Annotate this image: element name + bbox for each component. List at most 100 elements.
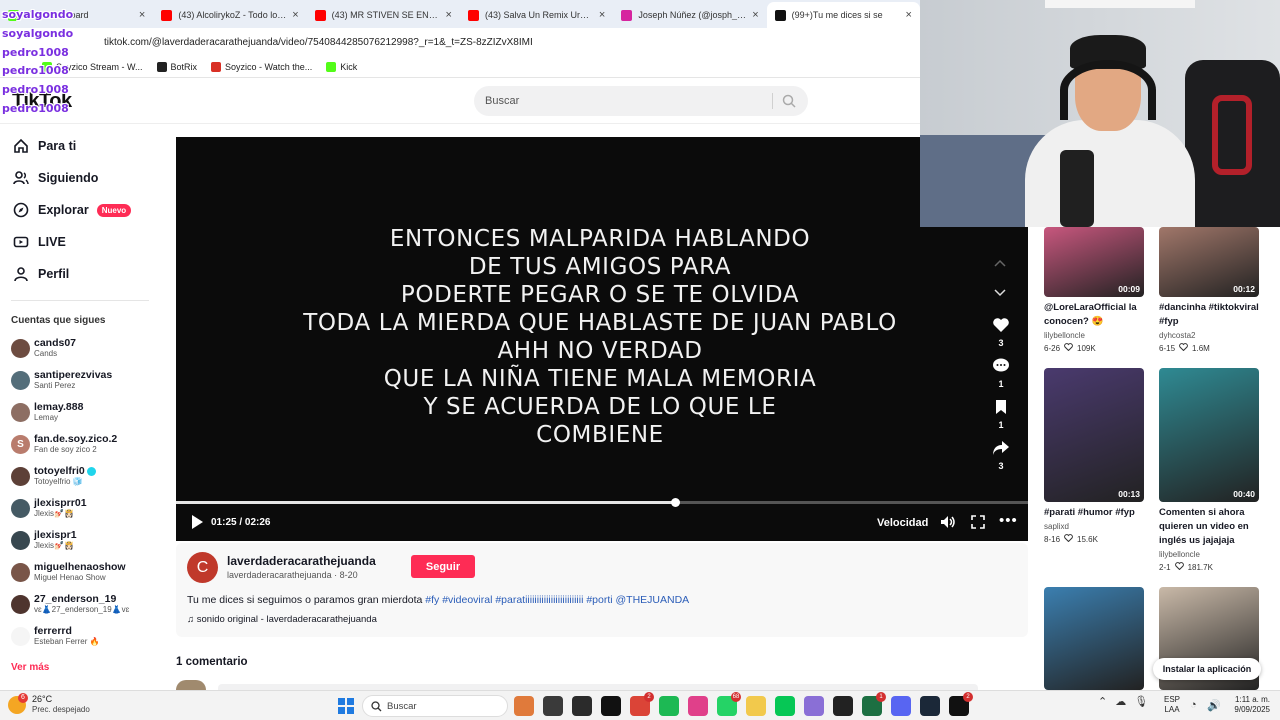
cloud-icon[interactable]: ☁ bbox=[1115, 695, 1126, 708]
tiktok-app-icon[interactable] bbox=[601, 696, 621, 716]
play-icon[interactable] bbox=[190, 514, 204, 535]
line-icon[interactable] bbox=[775, 696, 795, 716]
sidebar-item-live[interactable]: LIVE bbox=[0, 226, 160, 258]
like-icon[interactable] bbox=[991, 317, 1011, 338]
capcut-icon[interactable] bbox=[833, 696, 853, 716]
author-name[interactable]: laverdaderacarathejuanda bbox=[227, 554, 376, 568]
tiktok-live-icon[interactable]: 2 bbox=[949, 692, 973, 716]
windows-start-icon[interactable] bbox=[338, 698, 354, 714]
video-thumbnail[interactable] bbox=[1044, 587, 1144, 690]
video-thumbnail[interactable]: 00:12 bbox=[1159, 227, 1259, 297]
following-account[interactable]: 27_enderson_19 vɛ👗27_enderson_19👗vɛ bbox=[0, 588, 160, 620]
speed-button[interactable]: Velocidad bbox=[877, 517, 928, 529]
sound-link[interactable]: ♫ sonido original - laverdaderacaratheju… bbox=[187, 614, 377, 625]
sound-label[interactable]: sonido original - laverdaderacarathejuan… bbox=[197, 614, 377, 625]
related-video-title[interactable]: @LoreLaraOfficial la conocen? 😍 bbox=[1044, 301, 1144, 329]
discord-icon[interactable] bbox=[891, 696, 911, 716]
fullscreen-icon[interactable] bbox=[971, 515, 985, 534]
related-video-user[interactable]: lilybelloncle bbox=[1159, 550, 1259, 559]
following-account[interactable]: Sfan.de.soy.zico.2 Fan de soy zico 2 bbox=[0, 428, 160, 460]
sidebar-item-siguiendo[interactable]: Siguiendo bbox=[0, 162, 160, 194]
excel-icon[interactable]: 1 bbox=[862, 692, 886, 716]
browser-tab[interactable]: (43) Salva Un Remix Urbano | g × bbox=[460, 2, 613, 28]
following-account[interactable]: lemay.888 Lemay bbox=[0, 396, 160, 428]
sidebar-item-explorar[interactable]: Explorar Nuevo bbox=[0, 194, 160, 226]
related-video-user[interactable]: lilybelloncle bbox=[1044, 331, 1144, 340]
share-icon[interactable] bbox=[991, 440, 1011, 461]
url-text[interactable]: tiktok.com/@laverdaderacarathejuanda/vid… bbox=[104, 37, 533, 48]
progress-knob[interactable] bbox=[671, 498, 680, 507]
related-video-card[interactable]: 00:13 #parati #humor #fyp saplixd 8-16 15.6K bbox=[1044, 368, 1144, 544]
following-account[interactable]: totoyelfri0 Totoyelfrio 🧊 bbox=[0, 460, 160, 492]
search-icon[interactable] bbox=[782, 94, 796, 111]
author-avatar[interactable]: C bbox=[187, 552, 218, 583]
spotify-icon[interactable] bbox=[659, 696, 679, 716]
address-bar[interactable]: tiktok.com/@laverdaderacarathejuanda/vid… bbox=[0, 28, 920, 56]
related-video-card[interactable] bbox=[1044, 587, 1144, 690]
clock[interactable]: 1:11 a. m. 9/09/2025 bbox=[1222, 695, 1270, 715]
more-options-icon[interactable]: ••• bbox=[999, 513, 1018, 528]
related-video-title[interactable]: Comenten si ahora quieren un video en in… bbox=[1159, 506, 1259, 548]
prev-video-icon[interactable] bbox=[994, 254, 1006, 272]
whatsapp-icon[interactable]: 68 bbox=[717, 692, 741, 716]
close-icon[interactable]: × bbox=[139, 9, 145, 21]
close-icon[interactable]: × bbox=[292, 9, 298, 21]
following-account[interactable]: santiperezvivas Santi Perez bbox=[0, 364, 160, 396]
sidebar-item-para-ti[interactable]: Para ti bbox=[0, 130, 160, 162]
bookmark-item[interactable]: Soyzico - Watch the... bbox=[211, 61, 312, 72]
following-account[interactable]: ferrerrd Esteban Ferrer 🔥 bbox=[0, 620, 160, 652]
related-video-user[interactable]: saplixd bbox=[1044, 522, 1144, 531]
close-icon[interactable]: × bbox=[446, 9, 452, 21]
obs-icon[interactable] bbox=[572, 696, 592, 716]
network-icon[interactable]: ◔ bbox=[1190, 699, 1197, 711]
chrome-icon[interactable]: 2 bbox=[630, 692, 654, 716]
related-video-card[interactable]: 00:09 @LoreLaraOfficial la conocen? 😍 lily… bbox=[1044, 227, 1144, 353]
bookmark-icon[interactable] bbox=[991, 399, 1011, 420]
fish-app-icon[interactable] bbox=[514, 696, 534, 716]
related-video-title[interactable]: #parati #humor #fyp bbox=[1044, 506, 1144, 520]
related-video-card[interactable]: 00:12 #dancinha #tiktokviral #fyp dyhcosta… bbox=[1159, 227, 1259, 353]
video-player[interactable]: ENTONCES MALPARIDA HABLANDO DE TUS AMIGOS… bbox=[176, 137, 1028, 541]
bookmark-item[interactable]: BotRix bbox=[156, 61, 197, 72]
browser-tab[interactable]: Joseph Núñez (@josph_032) • I × bbox=[613, 2, 766, 28]
taskbar-search[interactable]: Buscar bbox=[362, 695, 508, 717]
next-video-icon[interactable] bbox=[994, 284, 1006, 302]
language-indicator[interactable]: ESP LAA bbox=[1164, 695, 1180, 715]
steam-icon[interactable] bbox=[920, 696, 940, 716]
volume-tray-icon[interactable]: 🔊 bbox=[1207, 699, 1221, 712]
comment-icon[interactable] bbox=[991, 358, 1011, 379]
see-more-link[interactable]: Ver más bbox=[11, 662, 160, 673]
browser-tab[interactable]: (43) MR STIVEN SE ENCUENTRA × bbox=[307, 2, 460, 28]
video-thumbnail[interactable]: 00:13 bbox=[1044, 368, 1144, 502]
follow-button[interactable]: Seguir bbox=[411, 555, 475, 578]
close-icon[interactable]: × bbox=[906, 9, 912, 21]
search-input[interactable]: Buscar bbox=[474, 86, 808, 116]
following-account[interactable]: miguelhenaoshow Miguel Henao Show bbox=[0, 556, 160, 588]
sidebar-item-perfil[interactable]: Perfil bbox=[0, 258, 160, 290]
files-icon[interactable] bbox=[746, 696, 766, 716]
video-thumbnail[interactable]: 00:40 bbox=[1159, 368, 1259, 502]
related-video-card[interactable]: 00:40 Comenten si ahora quieren un video … bbox=[1159, 368, 1259, 572]
close-icon[interactable]: × bbox=[599, 9, 605, 21]
description-hashtags[interactable]: #fy #videoviral #paratiiiiiiiiiiiiiiiiii… bbox=[425, 594, 689, 606]
taskview-icon[interactable] bbox=[543, 696, 563, 716]
game-icon[interactable] bbox=[804, 696, 824, 716]
following-account[interactable]: jlexispr1 Jlexis💅🏻👸🏻 bbox=[0, 524, 160, 556]
following-account[interactable]: jlexisprr01 Jlexis💅🏻👸🏻 bbox=[0, 492, 160, 524]
volume-icon[interactable] bbox=[940, 515, 956, 534]
video-thumbnail[interactable]: 00:09 bbox=[1044, 227, 1144, 297]
chevron-up-icon[interactable]: ⌃ bbox=[1098, 695, 1107, 708]
video-caption-text: ENTONCES MALPARIDA HABLANDO DE TUS AMIGOS… bbox=[176, 225, 1024, 449]
close-icon[interactable]: × bbox=[752, 9, 758, 21]
t-app-icon[interactable] bbox=[688, 696, 708, 716]
browser-tab[interactable]: (43) AlcolirykoZ - Todo lo Bueno × bbox=[153, 2, 306, 28]
bookmark-item[interactable]: Kick bbox=[326, 61, 357, 72]
mic-icon[interactable]: 🎙 bbox=[1134, 695, 1148, 708]
progress-bar[interactable] bbox=[176, 498, 1028, 507]
weather-widget[interactable]: 6 26°C Prec. despejado bbox=[8, 692, 90, 715]
browser-tab[interactable]: (99+)Tu me dices si se × bbox=[766, 2, 920, 28]
related-video-title[interactable]: #dancinha #tiktokviral #fyp bbox=[1159, 301, 1259, 329]
install-app-button[interactable]: Instalar la aplicación bbox=[1153, 658, 1261, 680]
following-account[interactable]: cands07 Cands bbox=[0, 332, 160, 364]
related-video-user[interactable]: dyhcosta2 bbox=[1159, 331, 1259, 340]
